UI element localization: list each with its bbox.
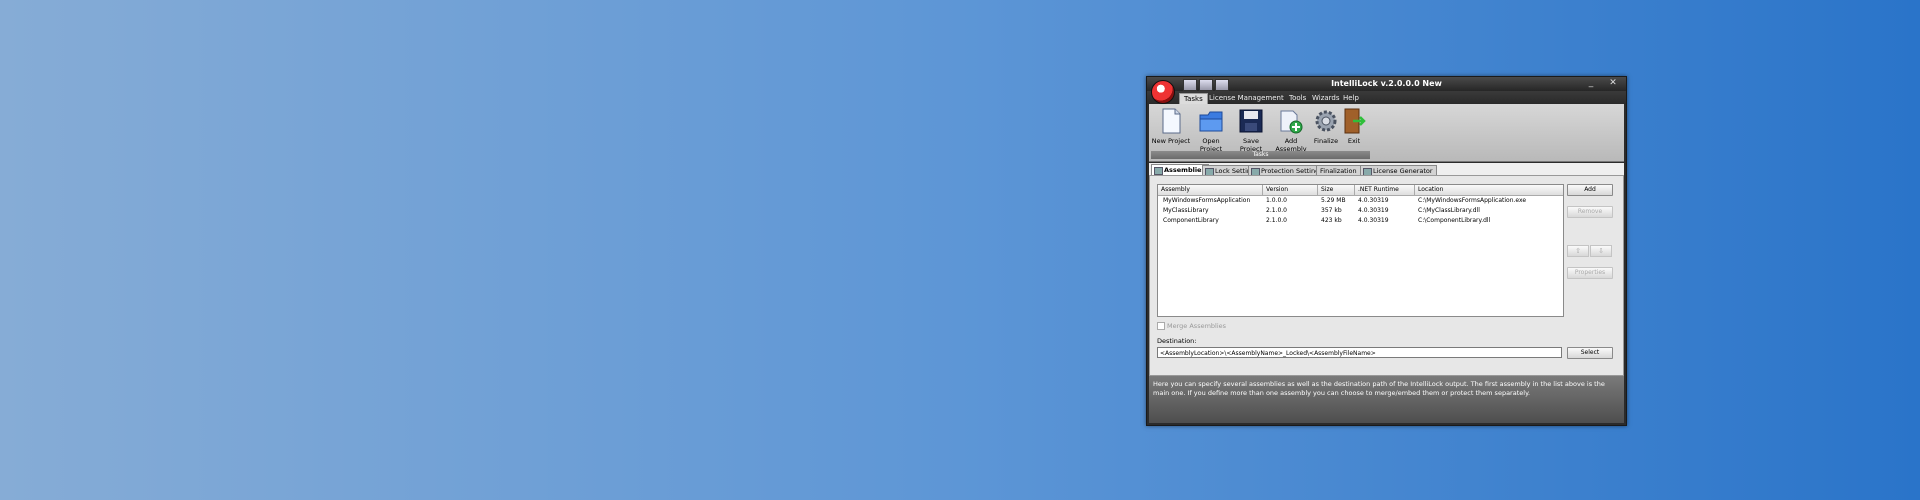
open-folder-icon xyxy=(1199,111,1223,132)
table-row[interactable]: MyClassLibrary 2.1.0.0 357 kb 4.0.30319 … xyxy=(1158,206,1563,215)
column-assembly[interactable]: Assembly xyxy=(1158,185,1263,195)
table-row[interactable]: MyWindowsFormsApplication 1.0.0.0 5.29 M… xyxy=(1158,196,1563,205)
menu-tools[interactable]: Tools xyxy=(1285,93,1310,104)
window-title: IntelliLock v.2.0.0.0 New xyxy=(1331,79,1442,88)
gear-icon xyxy=(1315,110,1337,132)
menu-license-management[interactable]: License Management xyxy=(1205,93,1288,104)
list-header: Assembly Version Size .NET Runtime Locat… xyxy=(1158,185,1563,196)
reorder-buttons: ⇧ ⇩ xyxy=(1567,245,1612,257)
column-version[interactable]: Version xyxy=(1263,185,1318,195)
column-size[interactable]: Size xyxy=(1318,185,1355,195)
assemblies-panel: Assembly Version Size .NET Runtime Locat… xyxy=(1149,175,1624,376)
add-assembly-icon xyxy=(1280,110,1303,134)
select-button[interactable]: Select xyxy=(1567,347,1613,359)
open-project-button[interactable]: Open Project xyxy=(1191,107,1231,153)
title-bar: IntelliLock v.2.0.0.0 New _ ✕ xyxy=(1147,77,1626,91)
remove-button[interactable]: Remove xyxy=(1567,206,1613,218)
table-row[interactable]: ComponentLibrary 2.1.0.0 423 kb 4.0.3031… xyxy=(1158,216,1563,225)
ribbon-group-label: Tasks xyxy=(1151,151,1370,159)
close-button[interactable]: ✕ xyxy=(1606,78,1620,88)
app-orb-icon[interactable] xyxy=(1151,80,1175,104)
column-location[interactable]: Location xyxy=(1415,185,1563,195)
destination-label: Destination: xyxy=(1157,337,1197,345)
exit-door-icon xyxy=(1344,108,1366,134)
minimize-button[interactable]: _ xyxy=(1584,78,1598,88)
new-document-icon xyxy=(1162,108,1181,134)
move-down-button[interactable]: ⇩ xyxy=(1590,245,1612,257)
intellilock-window: IntelliLock v.2.0.0.0 New _ ✕ Tasks Lice… xyxy=(1146,76,1627,426)
new-project-button[interactable]: New Project xyxy=(1151,107,1191,145)
merge-assemblies-checkbox[interactable]: Merge Assemblies xyxy=(1157,322,1226,330)
assemblies-icon xyxy=(1154,167,1163,175)
main-content: Assemblies Lock Settings Protection Sett… xyxy=(1149,163,1624,376)
checkbox-box[interactable] xyxy=(1157,322,1165,330)
column-net-runtime[interactable]: .NET Runtime xyxy=(1355,185,1415,195)
save-project-button[interactable]: Save Project xyxy=(1231,107,1271,153)
menu-bar: Tasks License Management Tools Wizards H… xyxy=(1147,91,1626,105)
info-panel: Here you can specify several assemblies … xyxy=(1149,376,1624,423)
assemblies-list[interactable]: Assembly Version Size .NET Runtime Locat… xyxy=(1157,184,1564,317)
exit-button[interactable]: Exit xyxy=(1339,107,1369,145)
ribbon: New Project Open Project Save Project Ad… xyxy=(1149,104,1624,162)
ribbon-group-tasks: New Project Open Project Save Project Ad… xyxy=(1151,105,1370,159)
properties-button[interactable]: Properties xyxy=(1567,267,1613,279)
info-text: Here you can specify several assemblies … xyxy=(1153,380,1605,397)
add-assembly-button[interactable]: Add Assembly xyxy=(1271,107,1311,153)
move-up-button[interactable]: ⇧ xyxy=(1567,245,1589,257)
document-tabs: Assemblies Lock Settings Protection Sett… xyxy=(1151,163,1622,176)
menu-help[interactable]: Help xyxy=(1339,93,1363,104)
floppy-disk-icon xyxy=(1239,109,1263,133)
destination-input[interactable]: <AssemblyLocation>\<AssemblyName>_Locked… xyxy=(1157,347,1562,358)
add-button[interactable]: Add xyxy=(1567,184,1613,196)
